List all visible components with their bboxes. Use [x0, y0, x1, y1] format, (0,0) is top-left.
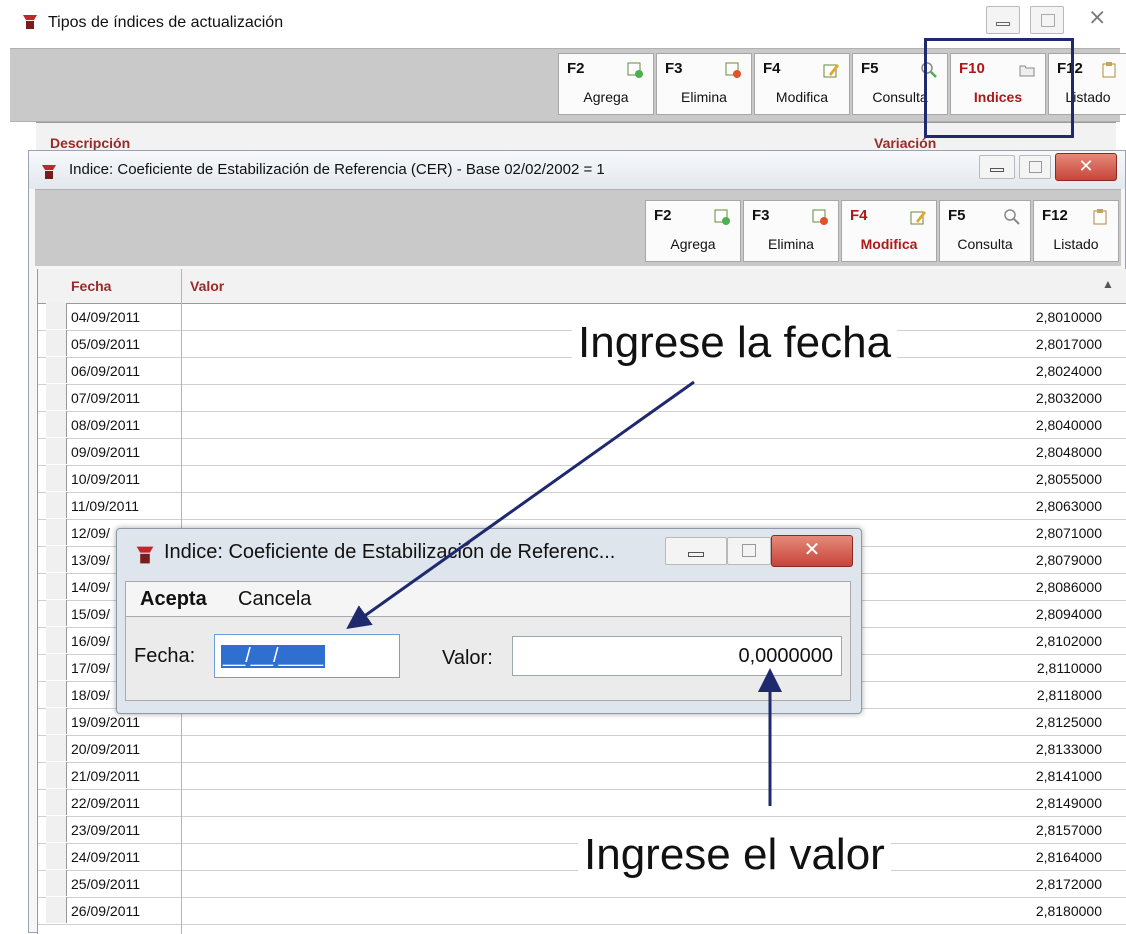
arrow-to-date — [346, 380, 695, 629]
annotation-arrows — [346, 380, 782, 806]
